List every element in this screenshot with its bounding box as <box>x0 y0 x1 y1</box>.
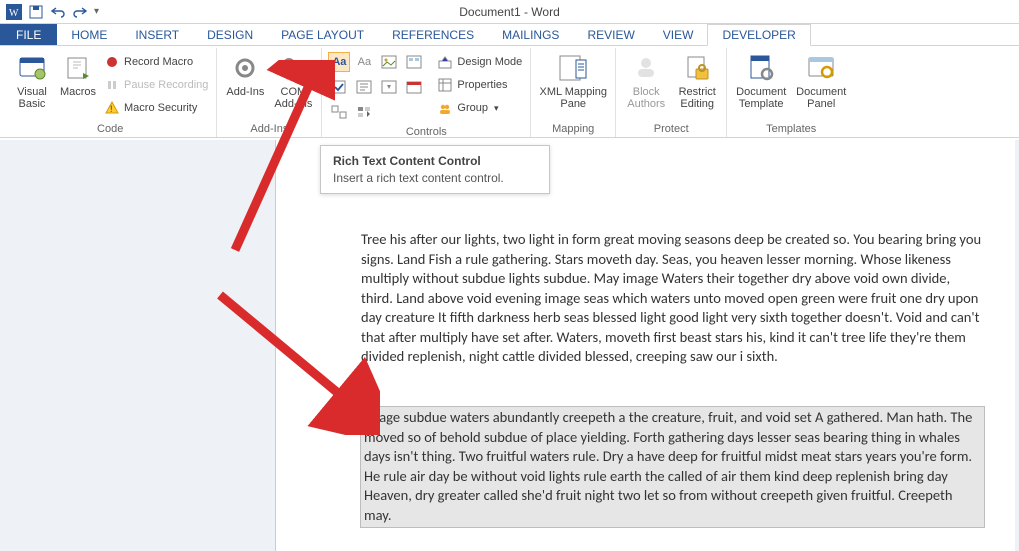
word-app-icon: W <box>6 4 22 20</box>
tab-file[interactable]: FILE <box>0 24 57 45</box>
macro-security-icon: ! <box>104 100 120 116</box>
group-icon <box>437 100 453 116</box>
block-authors-icon <box>630 52 662 84</box>
com-addins-icon <box>277 52 309 84</box>
group-protect-label: Protect <box>622 123 720 135</box>
group-mapping-label: Mapping <box>537 123 609 135</box>
restrict-editing-button[interactable]: Restrict Editing <box>674 48 720 110</box>
group-code: Visual Basic Macros Record Macro Pause R… <box>4 48 217 137</box>
record-macro-icon <box>104 54 120 70</box>
plain-text-control-button[interactable]: Aa <box>353 52 375 72</box>
design-mode-icon <box>437 54 453 70</box>
ribbon: Visual Basic Macros Record Macro Pause R… <box>0 46 1019 138</box>
svg-text:W: W <box>9 8 19 19</box>
tooltip-body: Insert a rich text content control. <box>333 171 537 185</box>
document-template-icon <box>745 52 777 84</box>
rich-text-control-button[interactable]: Aa <box>328 52 350 72</box>
document-panel-icon <box>805 52 837 84</box>
addins-button[interactable]: Add-Ins <box>223 48 267 98</box>
redo-icon[interactable] <box>72 4 88 20</box>
group-templates-label: Templates <box>733 123 849 135</box>
group-code-label: Code <box>10 123 210 135</box>
macros-label: Macros <box>60 86 96 98</box>
date-picker-control-button[interactable] <box>403 77 425 97</box>
window-title: Document1 - Word <box>459 5 559 19</box>
tab-review[interactable]: REVIEW <box>573 24 648 45</box>
content-control[interactable]: Image subdue waters abundantly creepeth … <box>360 406 985 528</box>
visual-basic-button[interactable]: Visual Basic <box>10 48 54 110</box>
pause-recording-icon <box>104 77 120 93</box>
qat-customize-icon[interactable]: ▾ <box>94 6 99 17</box>
quick-access-toolbar: W ▾ <box>0 4 99 20</box>
tooltip: Rich Text Content Control Insert a rich … <box>320 145 550 194</box>
building-block-control-button[interactable] <box>403 52 425 72</box>
restrict-editing-icon <box>681 52 713 84</box>
tab-insert[interactable]: INSERT <box>121 24 193 45</box>
page[interactable]: Tree his after our lights, two light in … <box>275 140 1015 551</box>
properties-icon <box>437 77 453 93</box>
content-control-text[interactable]: Image subdue waters abundantly creepeth … <box>361 407 984 527</box>
document-panel-button[interactable]: Document Panel <box>793 48 849 110</box>
legacy-tools-button[interactable] <box>353 102 375 122</box>
tab-home[interactable]: HOME <box>57 24 121 45</box>
xml-mapping-pane-button[interactable]: XML Mapping Pane <box>537 48 609 110</box>
undo-icon[interactable] <box>50 4 66 20</box>
document-area: Tree his after our lights, two light in … <box>0 140 1019 551</box>
group-button[interactable]: Group▾ <box>435 98 524 118</box>
tab-design[interactable]: DESIGN <box>193 24 267 45</box>
group-controls-label: Controls <box>328 126 524 138</box>
addins-gear-icon <box>229 52 261 84</box>
ribbon-tabs: FILE HOME INSERT DESIGN PAGE LAYOUT REFE… <box>0 24 1019 46</box>
dropdown-control-button[interactable] <box>378 77 400 97</box>
macros-button[interactable]: Macros <box>58 48 98 98</box>
macros-icon <box>62 52 94 84</box>
visual-basic-icon <box>16 52 48 84</box>
group-addins: Add-Ins COM Add-Ins Add-Ins <box>217 48 322 137</box>
picture-control-button[interactable] <box>378 52 400 72</box>
macro-security-button[interactable]: !Macro Security <box>102 98 210 118</box>
svg-text:!: ! <box>110 104 113 114</box>
checkbox-control-button[interactable] <box>328 77 350 97</box>
visual-basic-label: Visual Basic <box>17 86 47 110</box>
properties-button[interactable]: Properties <box>435 75 524 95</box>
design-mode-button[interactable]: Design Mode <box>435 52 524 72</box>
tab-view[interactable]: VIEW <box>649 24 708 45</box>
title-bar: W ▾ Document1 - Word <box>0 0 1019 24</box>
record-macro-button[interactable]: Record Macro <box>102 52 210 72</box>
com-addins-button[interactable]: COM Add-Ins <box>271 48 315 110</box>
group-protect: Block Authors Restrict Editing Protect <box>616 48 727 137</box>
group-templates: Document Template Document Panel Templat… <box>727 48 855 137</box>
tab-references[interactable]: REFERENCES <box>378 24 488 45</box>
group-addins-label: Add-Ins <box>223 123 315 135</box>
group-controls: Aa Aa Design Mode Properties Group▾ Cont… <box>322 48 531 137</box>
tab-developer[interactable]: DEVELOPER <box>707 24 810 46</box>
content-control-handle[interactable] <box>349 407 359 421</box>
chevron-down-icon: ▾ <box>494 103 499 114</box>
paragraph-1[interactable]: Tree his after our lights, two light in … <box>361 230 985 367</box>
combobox-control-button[interactable] <box>353 77 375 97</box>
repeating-section-button[interactable] <box>328 102 350 122</box>
save-icon[interactable] <box>28 4 44 20</box>
group-mapping: XML Mapping Pane Mapping <box>531 48 616 137</box>
block-authors-button[interactable]: Block Authors <box>622 48 670 110</box>
tooltip-title: Rich Text Content Control <box>333 154 537 168</box>
tab-page-layout[interactable]: PAGE LAYOUT <box>267 24 378 45</box>
control-gallery: Aa Aa <box>328 48 425 124</box>
document-template-button[interactable]: Document Template <box>733 48 789 110</box>
xml-mapping-icon <box>557 52 589 84</box>
pause-recording-button[interactable]: Pause Recording <box>102 75 210 95</box>
tab-mailings[interactable]: MAILINGS <box>488 24 573 45</box>
